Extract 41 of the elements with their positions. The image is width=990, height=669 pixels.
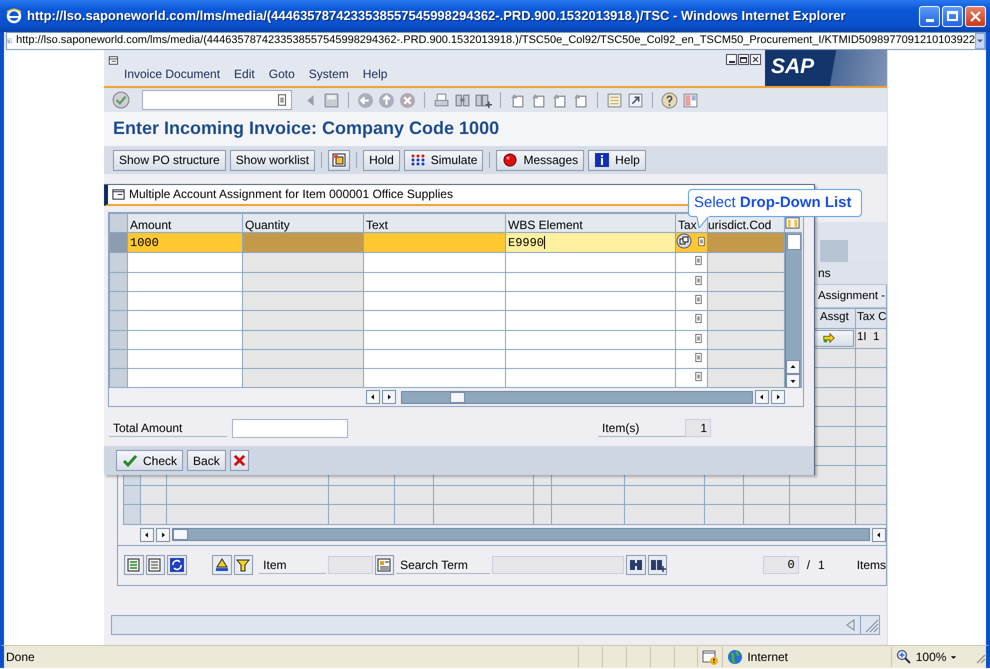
search-term-label: Search Term bbox=[396, 556, 490, 574]
column-header[interactable]: WBS Element bbox=[506, 214, 676, 232]
column-header[interactable]: Amount bbox=[128, 214, 242, 232]
column-header[interactable]: Text bbox=[364, 214, 506, 232]
window-title: http://lso.saponeworld.com/lms/media/(4446357874233538557545998294362-.PRD.900.1532013918.)/TSC - Windows Internet Explorer bbox=[27, 8, 847, 24]
column-header: Assgt bbox=[820, 311, 849, 324]
column-header: Tax C bbox=[857, 311, 886, 324]
status-text: Done bbox=[5, 650, 36, 664]
separator-text: / bbox=[806, 558, 810, 573]
item-label: Item bbox=[259, 556, 326, 574]
toolbar-button[interactable]: Show worklist bbox=[230, 150, 316, 170]
total-amount-label: Total Amount bbox=[109, 419, 227, 438]
toolbar-button[interactable]: Show PO structure bbox=[113, 150, 226, 170]
input-field[interactable]: E9990 bbox=[506, 232, 676, 253]
menu-item[interactable]: System bbox=[308, 67, 349, 86]
items-count-field: 1 bbox=[685, 419, 711, 438]
toolbar-button[interactable]: Hold bbox=[363, 150, 400, 170]
zoom-level[interactable]: 100% bbox=[916, 650, 946, 664]
address-text: http://lso.saponeworld.com/lms/media/(4446357874233538557545998294362-.PRD.900.1532013918.)/TSC50e_Col92/TSC50e_Col92_en_TSCM50_Procurement_I/KTMID5098977091210103922 bbox=[15, 34, 975, 48]
menu-item[interactable]: Goto bbox=[268, 67, 295, 86]
toolbar-button[interactable]: Messages bbox=[496, 150, 584, 170]
toolbar-button[interactable]: Help bbox=[588, 150, 646, 170]
items-label: Items bbox=[856, 558, 886, 573]
toolbar-button[interactable]: Simulate bbox=[404, 150, 484, 170]
address-field[interactable]: http://lso.saponeworld.com/lms/media/(4446357874233538557545998294362-.PRD.900.1532013918.)/TSC50e_Col92/TSC50e_Col92_en_TSCM50_Procurement_I/KTMID5098977091210103922 bbox=[6, 32, 986, 50]
check-button[interactable]: Check bbox=[116, 450, 184, 472]
position-field[interactable]: 0 bbox=[763, 556, 799, 574]
menu-item[interactable]: Help bbox=[362, 67, 388, 86]
page-title: Enter Incoming Invoice: Company Code 1000 bbox=[113, 118, 500, 140]
input-field[interactable]: 1000 bbox=[128, 232, 242, 253]
column-header[interactable]: Quantity bbox=[242, 214, 364, 232]
tab-label: ns bbox=[818, 266, 831, 280]
menu-item[interactable]: Invoice Document bbox=[124, 67, 220, 86]
zone-text: Internet bbox=[747, 650, 788, 664]
logo: SAP bbox=[765, 50, 887, 86]
total-text: 1 bbox=[818, 558, 825, 573]
table-cell: 1I 1 bbox=[857, 331, 880, 344]
section-title: Assignment - bbox=[818, 290, 886, 302]
back-button[interactable]: Back bbox=[187, 450, 226, 472]
dialog-title: Multiple Account Assignment for Item 000001 Office Supplies bbox=[129, 187, 453, 202]
menu-item[interactable]: Edit bbox=[234, 67, 255, 86]
